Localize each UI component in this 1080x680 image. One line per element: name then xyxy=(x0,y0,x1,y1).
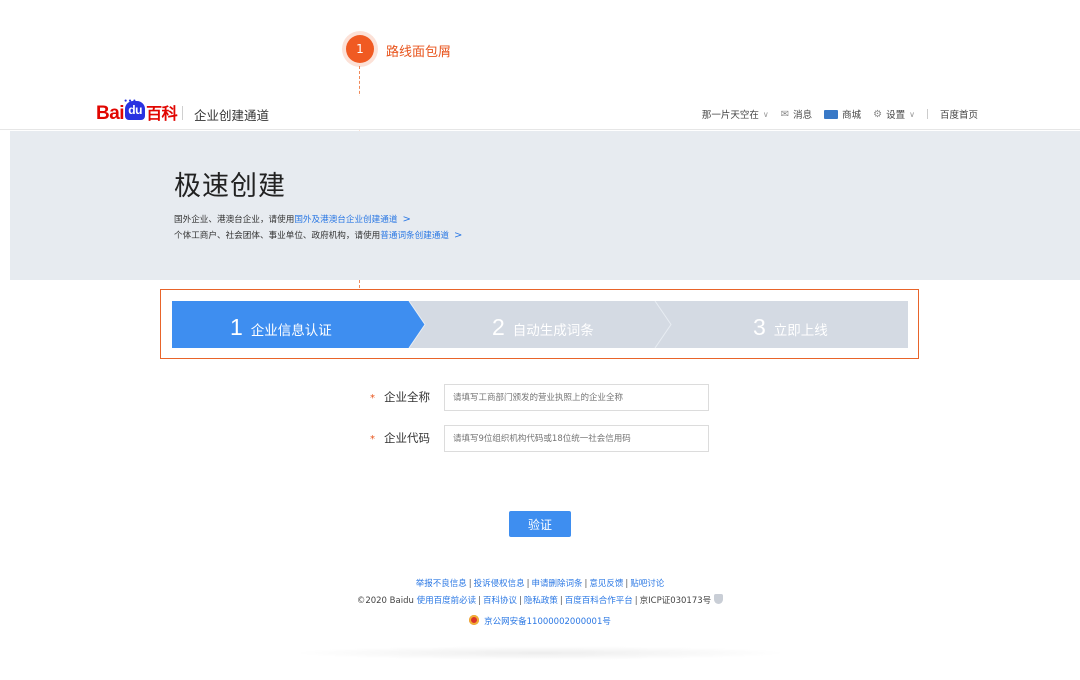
baike-agreement-link[interactable]: 百科协议 xyxy=(483,596,517,606)
step-number: 1 xyxy=(230,314,243,340)
baidu-baike-logo[interactable]: Baidu百科 xyxy=(96,92,178,125)
foreign-channel-link[interactable]: 国外及港澳台企业创建通道 xyxy=(294,215,397,225)
mall-icon xyxy=(824,109,839,119)
footer-police-row: 京公网安备11000002000001号 xyxy=(0,615,1080,627)
step-3: 3 立即上线 xyxy=(753,314,828,340)
footer-links-row-2: ©2020 Baidu 使用百度前必读 | 百科协议 | 隐私政策 | 百度百科合作平台 | 京… xyxy=(0,594,1080,606)
home-label: 百度首页 xyxy=(939,110,978,121)
logo-paw-icon: du xyxy=(124,92,146,120)
annotation-number: 1 xyxy=(356,42,364,56)
copyright: ©2020 Baidu xyxy=(356,596,414,606)
footer-shadow xyxy=(290,646,790,660)
mall-link[interactable]: 商城 xyxy=(824,107,861,121)
chevron-right-icon[interactable]: > xyxy=(454,230,462,241)
chevron-down-icon: ∨ xyxy=(762,109,769,119)
user-name: 那一片天空在 xyxy=(701,110,759,121)
messages-label: 消息 xyxy=(793,110,813,121)
required-mark: * xyxy=(370,434,375,445)
step-2: 2 自动生成词条 xyxy=(492,314,594,340)
step-1: 1 企业信息认证 xyxy=(230,314,332,340)
chevron-right-icon[interactable]: > xyxy=(402,214,410,225)
logo-bai: Bai xyxy=(96,103,125,124)
company-name-label-text: 企业全称 xyxy=(384,390,430,404)
feedback-link[interactable]: 意见反馈 xyxy=(589,579,623,589)
tieba-link[interactable]: 贴吧讨论 xyxy=(630,579,664,589)
messages-link[interactable]: ✉ 消息 xyxy=(780,107,813,122)
banner-hint-normal: 个体工商户、社会团体、事业单位、政府机构，请使用普通词条创建通道 > xyxy=(174,229,462,241)
gear-icon: ⚙ xyxy=(873,108,883,120)
company-code-label-text: 企业代码 xyxy=(384,431,430,445)
header-divider xyxy=(182,106,183,120)
company-code-label: * 企业代码 xyxy=(370,430,430,446)
page-title: 极速创建 xyxy=(174,171,286,202)
hint-prefix: 个体工商户、社会团体、事业单位、政府机构，请使用 xyxy=(174,231,381,241)
mail-icon: ✉ xyxy=(780,108,790,120)
required-mark: * xyxy=(370,393,375,404)
read-before-use-link[interactable]: 使用百度前必读 xyxy=(417,596,477,606)
step-label: 企业信息认证 xyxy=(250,323,332,339)
hint-prefix: 国外企业、港澳台企业，请使用 xyxy=(174,215,295,225)
chevron-down-icon: ∨ xyxy=(909,109,915,119)
verify-button[interactable]: 验证 xyxy=(509,511,571,537)
annotation-badge: 1 xyxy=(346,35,374,63)
shield-icon xyxy=(714,594,724,604)
step-label: 自动生成词条 xyxy=(512,323,594,339)
settings-label: 设置 xyxy=(886,110,906,121)
logo-baike: 百科 xyxy=(146,106,178,123)
company-name-label: * 企业全称 xyxy=(370,389,430,405)
company-name-input[interactable] xyxy=(444,384,709,411)
hero-banner xyxy=(10,131,1080,280)
header-nav: 那一片天空在 ∨ ✉ 消息 商城 ⚙ 设置 ∨ 百度首页 xyxy=(690,107,978,122)
police-badge-icon xyxy=(469,615,480,625)
channel-title: 企业创建通道 xyxy=(194,108,270,123)
top-header: Baidu百科 企业创建通道 那一片天空在∨ ✉消息 商城 ⚙设置∨ 百度首页 xyxy=(0,92,1080,130)
user-menu[interactable]: 那一片天空在 ∨ xyxy=(701,107,769,122)
normal-channel-link[interactable]: 普通词条创建通道 xyxy=(380,231,449,241)
step-number: 3 xyxy=(753,314,766,340)
delete-entry-link[interactable]: 申请删除词条 xyxy=(531,579,582,589)
mall-label: 商城 xyxy=(842,110,862,121)
footer-links-row-1: 举报不良信息 | 投诉侵权信息 | 申请删除词条 | 意见反馈 | 贴吧讨论 xyxy=(415,579,665,589)
settings-menu[interactable]: ⚙ 设置 ∨ xyxy=(873,107,915,122)
police-record-link[interactable]: 京公网安备11000002000001号 xyxy=(484,617,611,627)
annotation-label: 路线面包屑 xyxy=(386,45,452,60)
report-link[interactable]: 举报不良信息 xyxy=(416,579,467,589)
company-code-input[interactable] xyxy=(444,425,709,452)
partner-platform-link[interactable]: 百度百科合作平台 xyxy=(565,596,633,606)
privacy-link[interactable]: 隐私政策 xyxy=(524,596,558,606)
step-number: 2 xyxy=(492,314,505,340)
icp-license: 京ICP证030173号 xyxy=(639,596,712,606)
baidu-home-link[interactable]: 百度首页 xyxy=(940,107,978,121)
infringement-link[interactable]: 投诉侵权信息 xyxy=(474,579,525,589)
banner-hint-foreign: 国外企业、港澳台企业，请使用国外及港澳台企业创建通道 > xyxy=(174,213,411,225)
step-label: 立即上线 xyxy=(773,323,828,339)
nav-divider xyxy=(926,109,928,119)
